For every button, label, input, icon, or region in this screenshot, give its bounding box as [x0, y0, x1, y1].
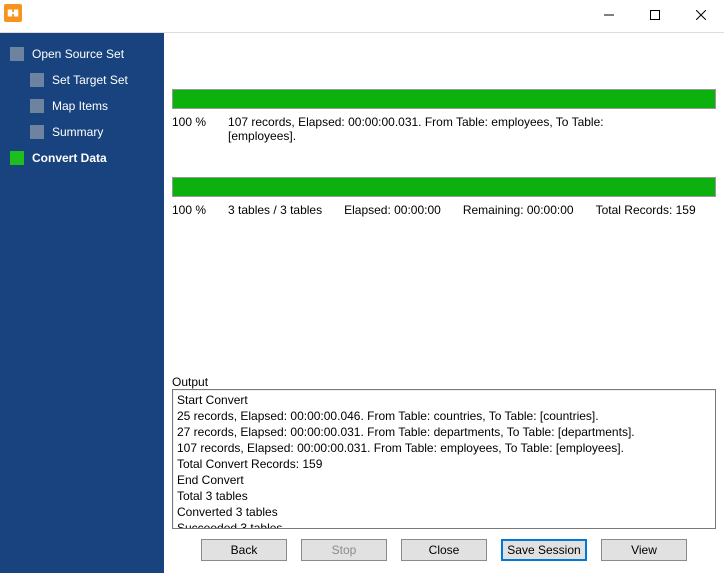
step-box-icon — [30, 125, 44, 139]
table-count: 3 tables / 3 tables — [228, 203, 322, 217]
maximize-button[interactable] — [632, 0, 678, 30]
table-percent: 100 % — [172, 203, 206, 217]
nav-label: Convert Data — [32, 151, 107, 165]
table-remaining: Remaining: 00:00:00 — [463, 203, 574, 217]
output-log[interactable]: Start Convert25 records, Elapsed: 00:00:… — [172, 389, 716, 529]
record-percent: 100 % — [172, 115, 206, 143]
close-wizard-button[interactable]: Close — [401, 539, 487, 561]
record-progress-text: 100 % 107 records, Elapsed: 00:00:00.031… — [172, 115, 716, 143]
stop-button: Stop — [301, 539, 387, 561]
minimize-button[interactable] — [586, 0, 632, 30]
view-button[interactable]: View — [601, 539, 687, 561]
table-elapsed: Elapsed: 00:00:00 — [344, 203, 441, 217]
output-label: Output — [172, 375, 716, 389]
output-line: Converted 3 tables — [177, 504, 711, 520]
nav-label: Summary — [52, 125, 103, 139]
record-progress-bar — [172, 89, 716, 109]
nav-convert-data[interactable]: Convert Data — [0, 145, 164, 171]
output-line: 27 records, Elapsed: 00:00:00.031. From … — [177, 424, 711, 440]
output-line: 25 records, Elapsed: 00:00:00.046. From … — [177, 408, 711, 424]
app-icon — [4, 4, 22, 22]
table-progress-text: 100 % 3 tables / 3 tables Elapsed: 00:00… — [172, 203, 716, 217]
back-button[interactable]: Back — [201, 539, 287, 561]
output-line: 107 records, Elapsed: 00:00:00.031. From… — [177, 440, 711, 456]
nav-label: Map Items — [52, 99, 108, 113]
output-line: Total 3 tables — [177, 488, 711, 504]
output-line: End Convert — [177, 472, 711, 488]
step-box-icon — [10, 151, 24, 165]
save-session-button[interactable]: Save Session — [501, 539, 587, 561]
step-box-icon — [30, 99, 44, 113]
content-area: 100 % 107 records, Elapsed: 00:00:00.031… — [164, 33, 724, 573]
wizard-sidebar: Open Source Set Set Target Set Map Items… — [0, 33, 164, 573]
nav-open-source-set[interactable]: Open Source Set — [0, 41, 164, 67]
nav-summary[interactable]: Summary — [0, 119, 164, 145]
table-total: Total Records: 159 — [596, 203, 696, 217]
nav-label: Set Target Set — [52, 73, 128, 87]
step-box-icon — [10, 47, 24, 61]
nav-map-items[interactable]: Map Items — [0, 93, 164, 119]
close-button[interactable] — [678, 0, 724, 30]
output-line: Succeeded 3 tables — [177, 520, 711, 529]
nav-set-target-set[interactable]: Set Target Set — [0, 67, 164, 93]
table-progress-bar — [172, 177, 716, 197]
record-detail: 107 records, Elapsed: 00:00:00.031. From… — [228, 115, 648, 143]
nav-label: Open Source Set — [32, 47, 124, 61]
output-line: Start Convert — [177, 392, 711, 408]
output-line: Total Convert Records: 159 — [177, 456, 711, 472]
titlebar — [0, 0, 724, 32]
step-box-icon — [30, 73, 44, 87]
button-row: Back Stop Close Save Session View — [172, 539, 716, 561]
